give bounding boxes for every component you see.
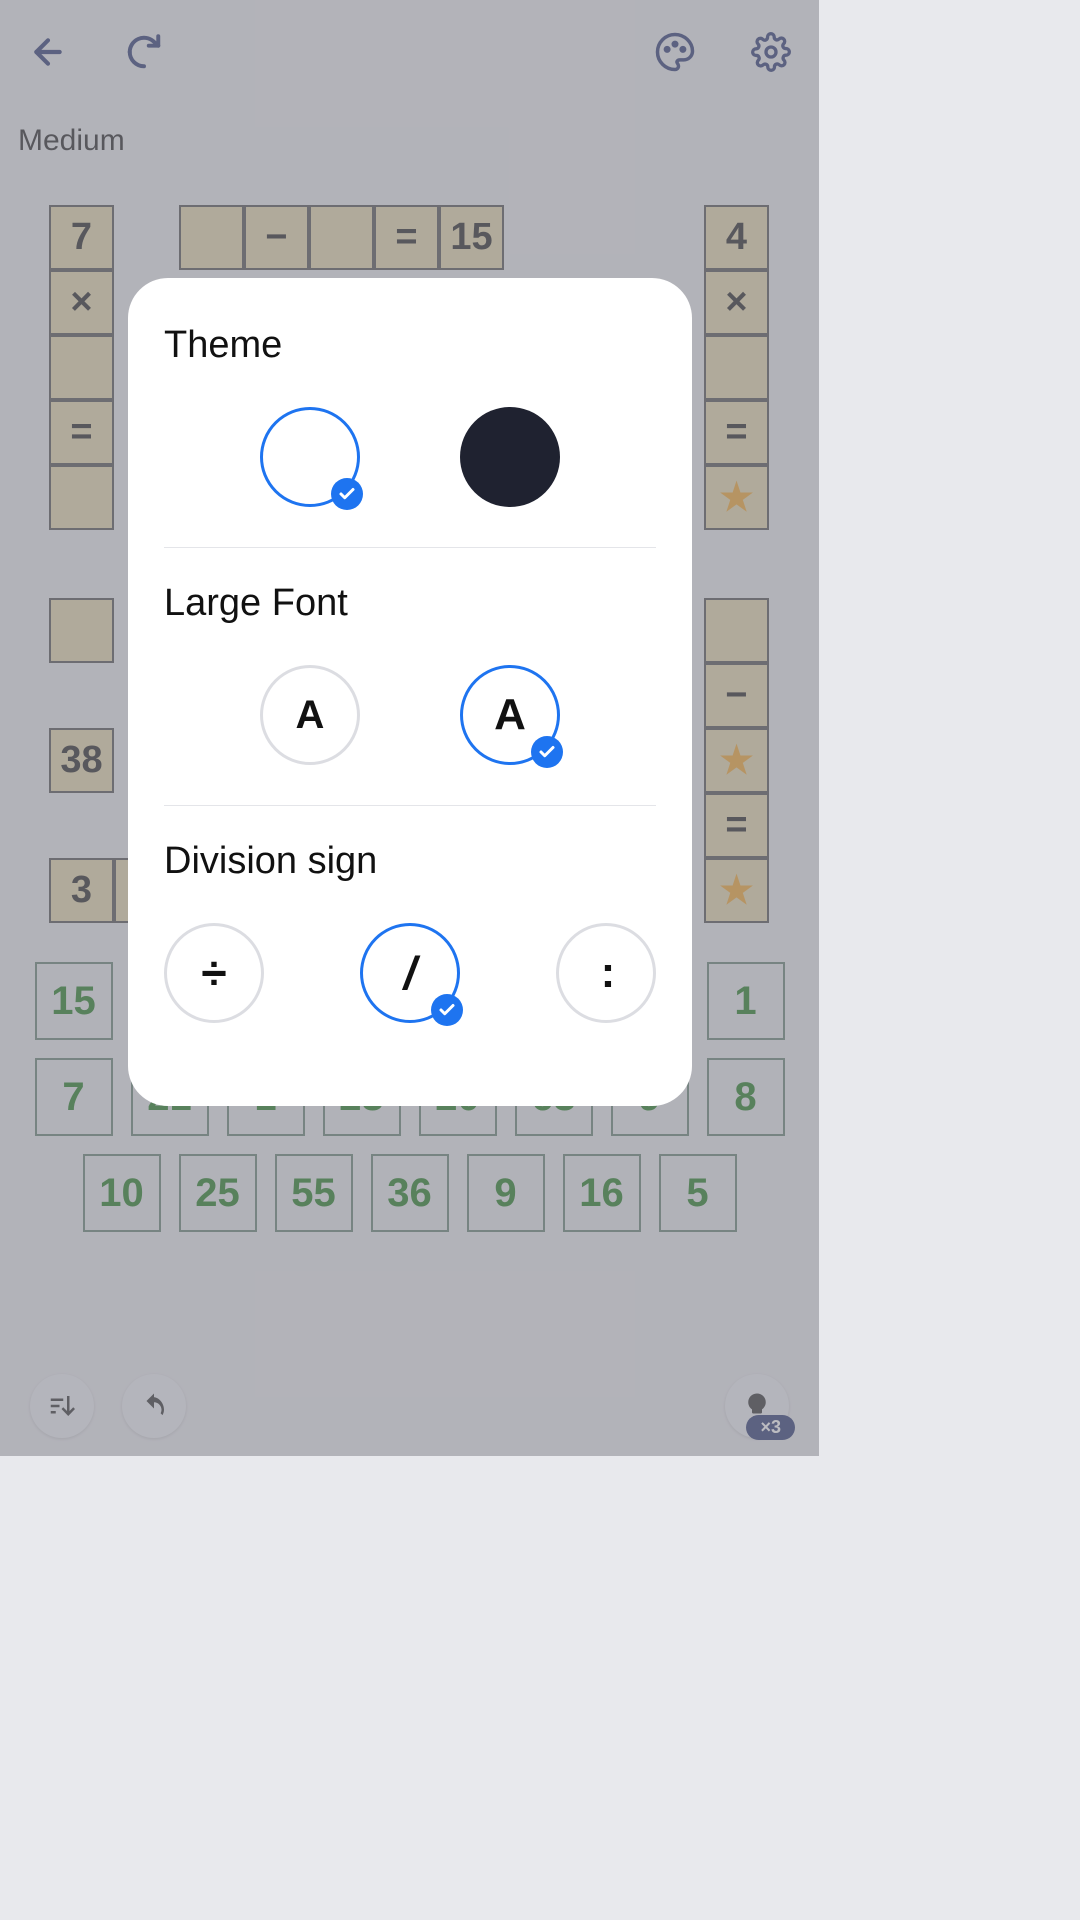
theme-section-title: Theme — [164, 324, 656, 367]
divider — [164, 547, 656, 548]
division-option-colon[interactable]: : — [556, 923, 656, 1023]
division-option-obelus[interactable]: ÷ — [164, 923, 264, 1023]
division-slash-label: / — [404, 946, 417, 1000]
division-option-slash[interactable]: / — [360, 923, 460, 1023]
check-icon — [331, 478, 363, 510]
division-section-title: Division sign — [164, 840, 656, 883]
theme-modal: Theme Large Font A A Division sign ÷ / : — [128, 278, 692, 1106]
font-options: A A — [164, 665, 656, 765]
theme-option-light[interactable] — [260, 407, 360, 507]
font-section-title: Large Font — [164, 582, 656, 625]
check-icon — [431, 994, 463, 1026]
font-large-label: A — [494, 690, 526, 740]
font-option-large[interactable]: A — [460, 665, 560, 765]
theme-option-dark[interactable] — [460, 407, 560, 507]
check-icon — [531, 736, 563, 768]
theme-options — [164, 407, 656, 507]
divider — [164, 805, 656, 806]
division-options: ÷ / : — [164, 923, 656, 1023]
font-option-small[interactable]: A — [260, 665, 360, 765]
